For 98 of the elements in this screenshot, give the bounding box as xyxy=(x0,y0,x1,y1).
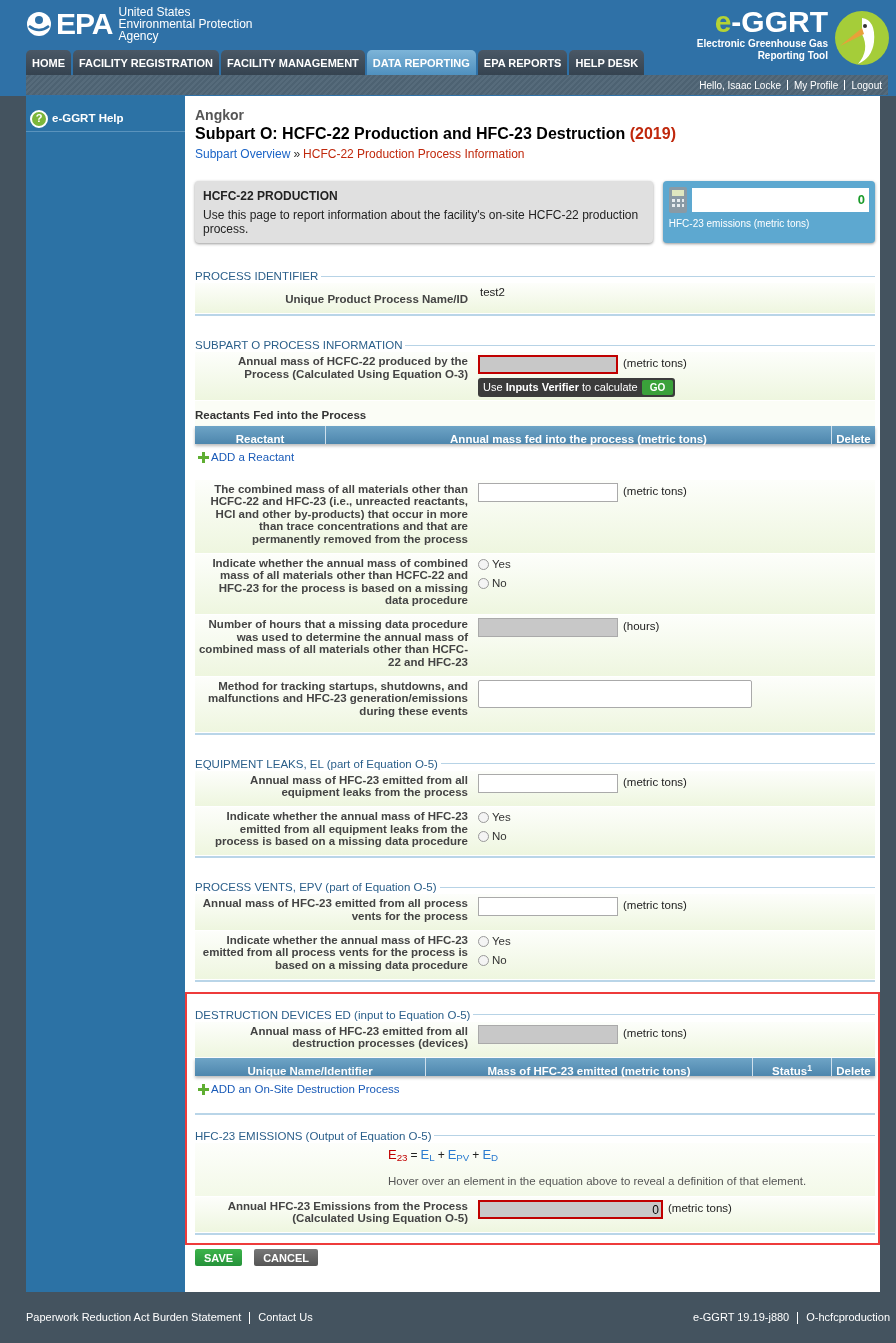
nav-tab[interactable]: HOME xyxy=(26,50,71,76)
facility-name: Angkor xyxy=(195,107,245,123)
add-link[interactable]: ADD an On-Site Destruction Process xyxy=(198,1081,400,1099)
column-header: Unique Name/Identifier xyxy=(247,1065,373,1078)
nav-tab[interactable]: EPA REPORTS xyxy=(477,50,568,76)
radio-label: Yes xyxy=(492,811,511,825)
unit-label: (metric tons) xyxy=(623,1025,687,1041)
breadcrumb-current: HCFC-22 Production Process Information xyxy=(303,146,525,163)
calculator-icon xyxy=(668,187,687,213)
logo-subtitle: Reporting Tool xyxy=(757,50,828,62)
radio-button[interactable] xyxy=(478,577,489,589)
column-header: Delete xyxy=(836,1065,871,1078)
nav-tab[interactable]: FACILITY REGISTRATION xyxy=(73,50,220,76)
logo-subtitle: Electronic Greenhouse Gas xyxy=(696,38,828,50)
reporting-year: (2019) xyxy=(629,125,676,142)
equation-operator: + xyxy=(472,1146,480,1163)
equation-operator: = xyxy=(410,1146,418,1163)
section-title: PROCESS VENTS, EPV (part of Equation O-5) xyxy=(195,880,437,895)
subsection-heading: Reactants Fed into the Process xyxy=(195,408,367,421)
input-field[interactable] xyxy=(478,482,618,502)
plus-icon xyxy=(198,1084,209,1096)
nav-tab[interactable]: HELP DESK xyxy=(569,50,645,76)
unit-label: (metric tons) xyxy=(623,356,687,371)
text-area[interactable] xyxy=(478,679,752,708)
column-header: Delete xyxy=(836,432,871,445)
field-value: test2 xyxy=(479,286,505,299)
radio-button[interactable] xyxy=(478,935,489,947)
section-title: HFC-23 EMISSIONS (Output of Equation O-5) xyxy=(195,1128,432,1143)
unit-label: (metric tons) xyxy=(623,483,687,499)
equation-term[interactable]: E$_{D}$ xyxy=(482,1146,499,1163)
agency-name: United States xyxy=(118,6,192,18)
equation-term[interactable]: E$_{23}$ xyxy=(388,1146,408,1163)
input-field[interactable] xyxy=(478,897,618,917)
user-link[interactable]: Logout xyxy=(851,77,882,93)
breadcrumb-link[interactable]: Subpart Overview xyxy=(195,145,291,163)
breadcrumb-separator: » xyxy=(293,146,301,163)
field-label: Number of hours that a missing data procedure was used to determine the annual mass of combined mass of all materials other than HCFC-22 and HFC-23 xyxy=(197,618,468,669)
field-label: Annual HFC-23 Emissions from the Process (Calculated Using Equation O-5) xyxy=(226,1199,468,1225)
radio-label: Yes xyxy=(492,557,511,571)
field-label: Annual mass of HFC-23 emitted from all equipment leaks from the process xyxy=(249,773,468,799)
field-label: Method for tracking startups, shutdowns, and malfunctions and HFC-23 generation/emissions during these events xyxy=(206,679,468,718)
equation-operator: + xyxy=(437,1146,445,1163)
user-greeting: Hello, Isaac Locke xyxy=(699,78,781,93)
footer-link[interactable]: Paperwork Reduction Act Burden Statement xyxy=(26,1309,242,1326)
unit-label: (metric tons) xyxy=(623,898,687,914)
plus-icon xyxy=(198,451,209,463)
agency-name: Environmental Protection xyxy=(118,18,253,30)
radio-label: No xyxy=(492,576,507,590)
input-field[interactable] xyxy=(478,773,618,793)
cancel-button[interactable]: CANCEL xyxy=(254,1249,318,1267)
verifier-text: Use Inputs Verifier to calculate xyxy=(483,380,638,395)
page-title: Subpart O: HCFC-22 Production and HFC-23 Destruction xyxy=(195,125,626,142)
section-title: EQUIPMENT LEAKS, EL (part of Equation O-5) xyxy=(195,756,438,771)
section-title: SUBPART O PROCESS INFORMATION xyxy=(195,338,403,352)
help-icon: ? xyxy=(30,109,48,128)
field-label: Annual mass of HFC-23 emitted from all process vents for the process xyxy=(201,897,468,923)
footer-link[interactable]: Contact Us xyxy=(258,1309,313,1326)
sidebar-item[interactable]: ? e-GGRT Help xyxy=(26,106,185,132)
emissions-value: 0 xyxy=(691,188,869,212)
radio-label: No xyxy=(492,830,507,844)
equation-term[interactable]: E$_{L}$ xyxy=(420,1146,435,1163)
column-header: Status$^{1}$ xyxy=(772,1065,812,1078)
logo-prefix: e xyxy=(714,6,732,38)
equation-note: Hover over an element in the equation above to reveal a definition of that element. xyxy=(388,1173,808,1189)
agency-name: Agency xyxy=(118,30,160,42)
field-label: Annual mass of HCFC-22 produced by the Process (Calculated Using Equation O-3) xyxy=(236,355,468,380)
logo-name: -GGRT xyxy=(731,6,828,38)
unit-label: (metric tons) xyxy=(623,774,687,790)
unit-label: (hours) xyxy=(623,619,660,635)
radio-button[interactable] xyxy=(478,831,489,843)
equation-term[interactable]: E$_{PV}$ xyxy=(447,1146,470,1163)
intro-heading: HCFC-22 PRODUCTION xyxy=(203,188,339,205)
emissions-label: HFC-23 emissions (metric tons) xyxy=(668,217,811,231)
nav-tab[interactable]: FACILITY MANAGEMENT xyxy=(221,50,365,76)
field-label: Indicate whether the annual mass of HFC-23 emitted from all process vents for the process is based on a missing data procedure xyxy=(201,933,468,972)
column-header: Annual mass fed into the process (metric tons) xyxy=(450,432,707,445)
agency-mark: EPA xyxy=(56,9,113,39)
footer-text: O-hcfcproduction xyxy=(806,1310,890,1326)
field-label: Annual mass of HFC-23 emitted from all destruction processes (devices) xyxy=(249,1024,468,1050)
section-title: DESTRUCTION DEVICES ED (input to Equation O-5) xyxy=(195,1007,471,1022)
intro-text: Use this page to report information about the facility's on-site HCFC-22 production process. xyxy=(203,208,640,236)
radio-button[interactable] xyxy=(478,954,489,966)
field-label: Unique Product Process Name/ID xyxy=(285,293,468,306)
radio-label: No xyxy=(492,953,507,967)
radio-button[interactable] xyxy=(478,558,489,570)
unit-label: (metric tons) xyxy=(668,1200,732,1216)
field-label: Indicate whether the annual mass of HFC-23 emitted from all equipment leaks from the process is based on a missing data procedure xyxy=(213,810,468,848)
field-label: Indicate whether the annual mass of combined mass of all materials other than HCFC-22 and HFC-23 for the process is based on a missing data procedure xyxy=(211,556,468,607)
section-title: PROCESS IDENTIFIER xyxy=(195,269,319,283)
field-label: The combined mass of all materials other than HCFC-22 and HFC-23 (i.e., unreacted reactants, HCl and other by-products) that occur in more than trace concentrations and that are permanently removed from the process xyxy=(209,482,468,546)
radio-label: Yes xyxy=(492,934,511,948)
footer-text: e-GGRT 19.19-j880 xyxy=(693,1310,790,1326)
add-link[interactable]: ADD a Reactant xyxy=(198,448,295,466)
column-header: Reactant xyxy=(235,432,285,445)
user-link[interactable]: My Profile xyxy=(793,77,839,93)
column-header: Mass of HFC-23 emitted (metric tons) xyxy=(487,1065,691,1078)
radio-button[interactable] xyxy=(478,812,489,824)
save-button[interactable]: SAVE xyxy=(195,1249,243,1267)
